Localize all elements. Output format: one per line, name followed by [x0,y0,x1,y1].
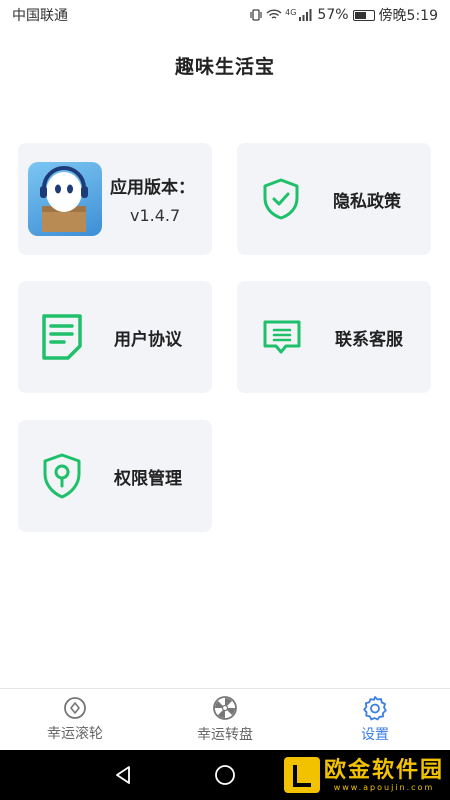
user-agreement-card[interactable]: 用户协议 [18,281,212,393]
watermark-url: www.apoujin.com [333,782,435,792]
status-icons: 4G [249,8,313,22]
status-bar: 中国联通 4G 57% 傍晚5:19 [0,0,450,30]
permission-card[interactable]: 权限管理 [18,420,212,532]
coin-icon [63,696,87,720]
page-title: 趣味生活宝 [174,56,275,78]
watermark: 欧金软件园 www.apoujin.com [283,754,444,796]
version-info: 应用版本： v1.4.7 [110,173,195,225]
watermark-logo-icon [283,757,320,793]
tab-settings[interactable]: 设置 [300,689,450,750]
carrier-label: 中国联通 [12,8,68,24]
version-label: 应用版本： [110,178,195,198]
bottom-tab-bar: 幸运滚轮 幸运转盘 设置 [0,688,450,750]
vibrate-icon [250,9,262,21]
watermark-text: 欧金软件园 www.apoujin.com [323,757,444,792]
network-type: 4G [285,8,297,17]
watermark-title: 欧金软件园 [323,757,444,783]
home-icon[interactable] [214,764,236,786]
agreement-label: 用户协议 [114,329,182,350]
tab-label: 幸运转盘 [197,727,253,743]
app-logo-icon [28,162,102,236]
shield-check-icon [261,177,301,221]
permission-label: 权限管理 [114,468,182,489]
gear-icon [362,695,388,721]
document-icon [40,312,84,362]
status-right: 4G 57% 傍晚5:19 [249,5,438,25]
tab-lucky-wheel[interactable]: 幸运转盘 [150,689,300,750]
version-number: v1.4.7 [130,206,181,225]
system-nav-bar: 欧金软件园 www.apoujin.com [0,750,450,800]
tab-lucky-roller[interactable]: 幸运滚轮 [0,689,150,750]
battery-icon [352,9,375,21]
wifi-icon [266,9,282,19]
tab-label: 幸运滚轮 [47,726,103,742]
clock: 傍晚5:19 [378,8,438,24]
back-icon[interactable] [114,765,134,785]
signal-icon [299,9,312,21]
battery-percent: 57% [317,7,349,23]
privacy-policy-card[interactable]: 隐私政策 [237,143,431,255]
message-icon [261,318,303,356]
service-label: 联系客服 [335,329,403,350]
tab-label: 设置 [361,727,389,743]
privacy-label: 隐私政策 [333,191,401,212]
contact-service-card[interactable]: 联系客服 [237,281,431,393]
version-card[interactable]: 应用版本： v1.4.7 [18,143,212,255]
shield-key-icon [40,452,84,500]
wheel-icon [212,695,238,721]
